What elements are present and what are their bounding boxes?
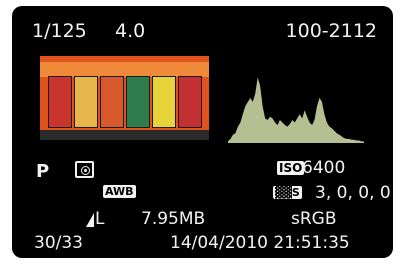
image-quality-icon: [86, 213, 94, 227]
thumbnail-panel: [178, 76, 202, 128]
thumbnail-panel: [100, 76, 124, 128]
thumbnail-panel: [126, 76, 150, 128]
thumbnail-band: [40, 62, 209, 77]
image-thumbnail: [40, 56, 209, 140]
iso-icon: ISO: [277, 161, 305, 175]
evaluative-metering-icon: [75, 161, 94, 178]
playback-info-screen: 1/125 4.0 100-2112 P ISO 6400 AWB ▓▓S 3,…: [12, 6, 393, 258]
image-quality-label: L: [95, 209, 105, 229]
capture-datetime: 14/04/2010 21:51:35: [170, 233, 350, 253]
thumbnail-panel: [74, 76, 98, 128]
image-counter: 30/33: [34, 233, 83, 253]
file-number: 100-2112: [285, 20, 377, 42]
picture-style-values: 3, 0, 0, 0: [315, 183, 391, 203]
thumbnail-floor: [40, 130, 209, 140]
picture-style-icon: ▓▓S: [273, 186, 302, 199]
iso-value: 6400: [302, 158, 346, 178]
shutter-speed: 1/125: [32, 20, 87, 42]
thumbnail-panel: [152, 76, 176, 128]
thumbnail-panel: [48, 76, 72, 128]
histogram-area: [228, 77, 364, 143]
brightness-histogram: [228, 77, 364, 143]
aperture-value: 4.0: [115, 20, 146, 42]
file-size: 7.95MB: [141, 209, 206, 229]
white-balance-icon: AWB: [103, 185, 136, 198]
shooting-mode: P: [36, 161, 50, 182]
color-space: sRGB: [291, 209, 337, 229]
